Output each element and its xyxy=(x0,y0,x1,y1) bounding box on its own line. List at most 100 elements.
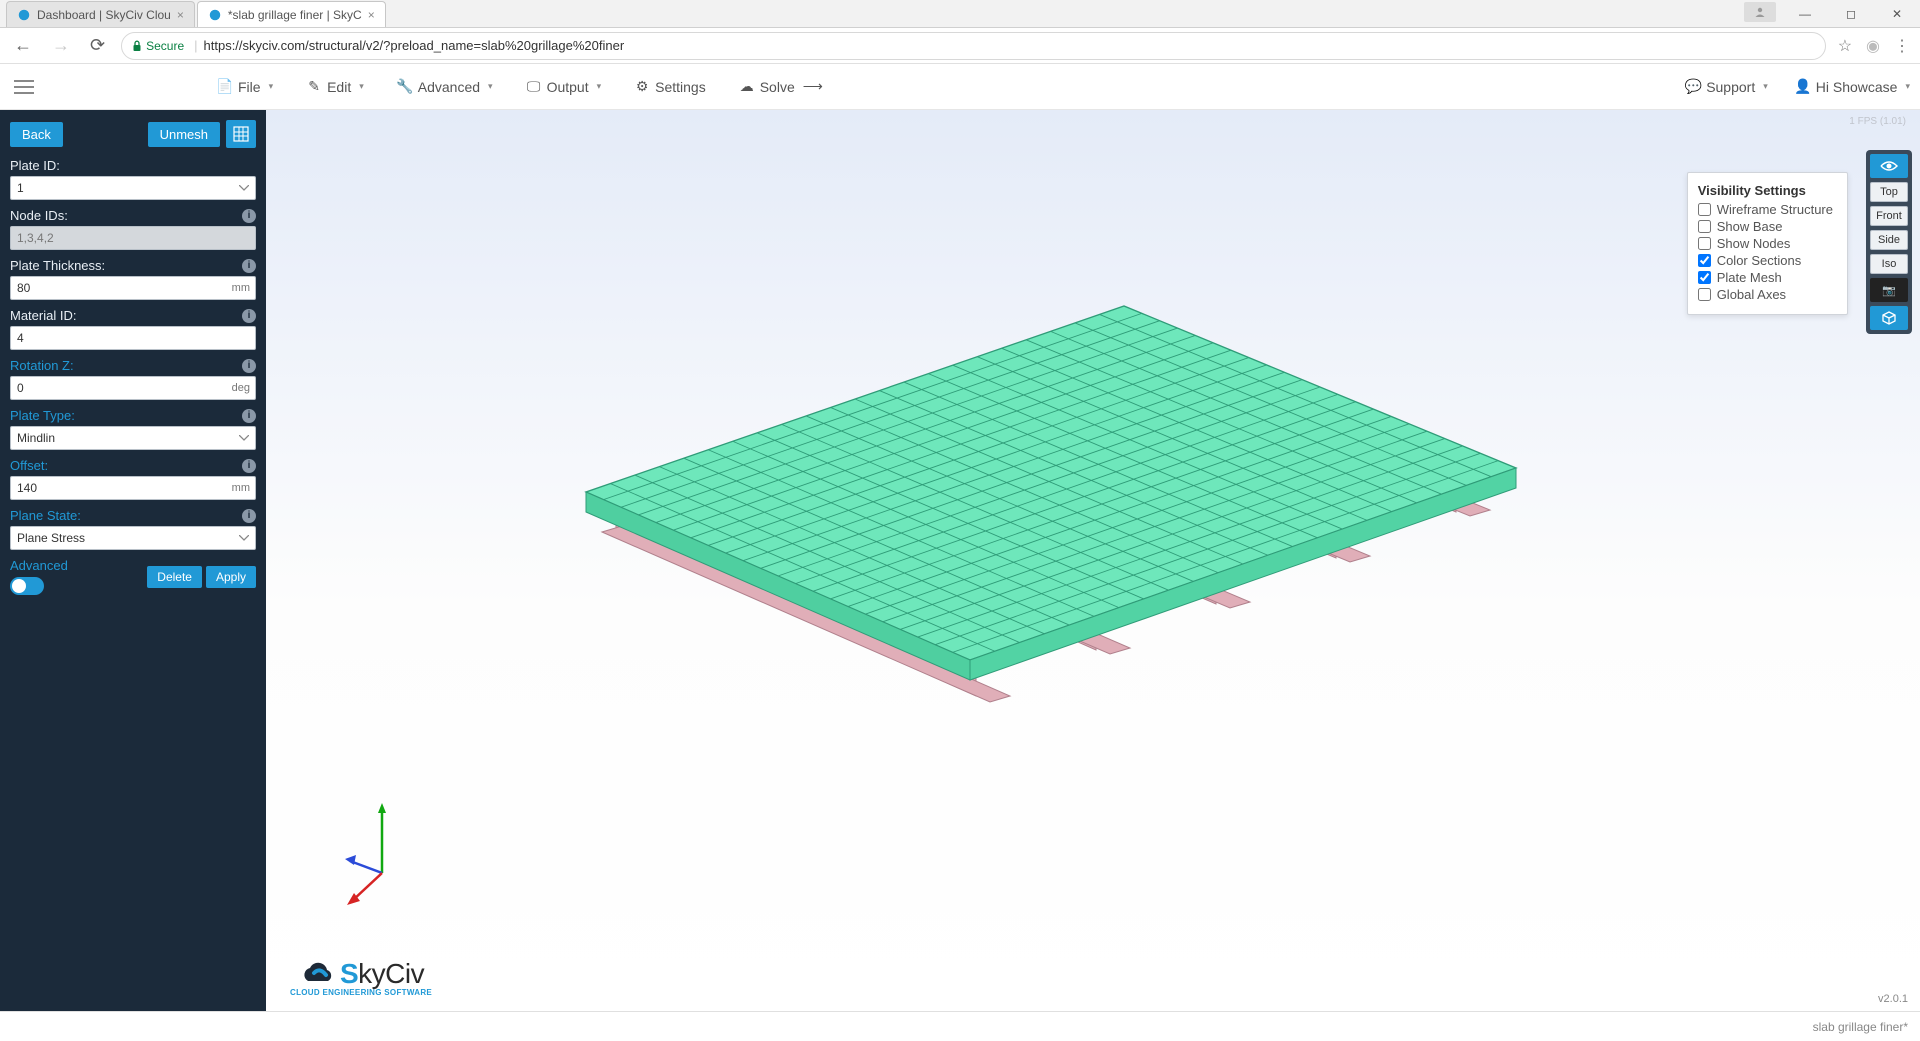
viewport-3d[interactable]: 1 FPS (1.01) xyxy=(266,110,1920,1011)
cloud-logo-icon xyxy=(298,959,338,989)
visibility-settings-panel: Visibility Settings Wireframe Structure … xyxy=(1687,172,1848,315)
rotz-input[interactable] xyxy=(10,376,256,400)
favicon-icon xyxy=(208,8,222,22)
plate-type-label: Plate Type: xyxy=(10,408,75,423)
visibility-title: Visibility Settings xyxy=(1698,183,1833,198)
vis-sections[interactable]: Color Sections xyxy=(1698,253,1833,268)
menu-icon[interactable]: ⋮ xyxy=(1894,36,1910,56)
pencil-icon: ✎ xyxy=(307,80,321,94)
unit-label: mm xyxy=(232,476,250,500)
material-id-label: Material ID: xyxy=(10,308,76,323)
tab-title: Dashboard | SkyCiv Clou xyxy=(37,8,171,22)
unit-label: mm xyxy=(232,276,250,300)
advanced-label: Advanced xyxy=(10,558,68,573)
app-toolbar: 📄File▾ ✎Edit▾ 🔧Advanced▾ 🖵Output▾ ⚙Setti… xyxy=(0,64,1920,110)
vis-wireframe[interactable]: Wireframe Structure xyxy=(1698,202,1833,217)
window-maximize[interactable]: ◻ xyxy=(1828,0,1874,28)
thickness-input[interactable] xyxy=(10,276,256,300)
material-id-input[interactable] xyxy=(10,326,256,350)
plate-type-select[interactable]: Mindlin xyxy=(10,426,256,450)
apply-button[interactable]: Apply xyxy=(206,566,256,588)
advanced-toggle[interactable] xyxy=(10,577,44,595)
plate-id-select[interactable]: 1 xyxy=(10,176,256,200)
plane-state-select[interactable]: Plane Stress xyxy=(10,526,256,550)
nav-back-icon[interactable]: ← xyxy=(10,35,36,56)
delete-button[interactable]: Delete xyxy=(147,566,202,588)
close-icon[interactable]: × xyxy=(177,8,184,22)
offset-label: Offset: xyxy=(10,458,48,473)
menu-advanced[interactable]: 🔧Advanced▾ xyxy=(398,78,493,95)
url-text: https://skyciv.com/structural/v2/?preloa… xyxy=(204,38,625,53)
window-close[interactable]: ✕ xyxy=(1874,0,1920,28)
info-icon[interactable]: i xyxy=(242,309,256,323)
info-icon[interactable]: i xyxy=(242,209,256,223)
info-icon[interactable]: i xyxy=(242,259,256,273)
offset-input[interactable] xyxy=(10,476,256,500)
menu-output[interactable]: 🖵Output▾ xyxy=(527,78,602,95)
hamburger-icon[interactable] xyxy=(10,73,38,101)
info-icon[interactable]: i xyxy=(242,359,256,373)
menu-edit[interactable]: ✎Edit▾ xyxy=(307,78,364,95)
file-icon: 📄 xyxy=(218,80,232,94)
gear-icon: ⚙ xyxy=(635,80,649,94)
model-3d xyxy=(476,250,1606,720)
url-field[interactable]: Secure | https://skyciv.com/structural/v… xyxy=(121,32,1826,60)
axis-gizmo xyxy=(342,801,422,911)
cloud-icon: ☁ xyxy=(740,80,754,94)
menu-support[interactable]: 💬Support▾ xyxy=(1686,79,1768,95)
nav-reload-icon[interactable]: ⟳ xyxy=(86,35,109,56)
filename-label: slab grillage finer* xyxy=(1813,1020,1908,1034)
browser-tab[interactable]: *slab grillage finer | SkyC × xyxy=(197,1,386,27)
bookmark-icon[interactable]: ☆ xyxy=(1838,36,1852,56)
rotz-label: Rotation Z: xyxy=(10,358,74,373)
unit-label: deg xyxy=(232,376,250,400)
view-buttons: Top Front Side Iso 📷 xyxy=(1866,150,1912,334)
tab-title: *slab grillage finer | SkyC xyxy=(228,8,362,22)
profile-icon[interactable] xyxy=(1744,2,1776,22)
menu-user[interactable]: 👤Hi Showcase▾ xyxy=(1796,79,1910,95)
version-label: v2.0.1 xyxy=(1878,993,1908,1005)
view-iso[interactable]: Iso xyxy=(1870,254,1908,274)
info-icon[interactable]: i xyxy=(242,459,256,473)
menu-solve[interactable]: ☁Solve⟶ xyxy=(740,78,823,95)
vis-base[interactable]: Show Base xyxy=(1698,219,1833,234)
node-ids-label: Node IDs: xyxy=(10,208,68,223)
cube-icon[interactable] xyxy=(1870,306,1908,330)
node-ids-input xyxy=(10,226,256,250)
view-side[interactable]: Side xyxy=(1870,230,1908,250)
chat-icon: 💬 xyxy=(1686,80,1700,94)
address-bar: ← → ⟳ Secure | https://skyciv.com/struct… xyxy=(0,28,1920,64)
monitor-icon: 🖵 xyxy=(527,80,541,94)
back-button[interactable]: Back xyxy=(10,122,63,147)
datasheet-icon[interactable] xyxy=(226,120,256,148)
browser-tab-strip: Dashboard | SkyCiv Clou × *slab grillage… xyxy=(0,0,1920,28)
favicon-icon xyxy=(17,8,31,22)
plate-id-label: Plate ID: xyxy=(10,158,60,173)
browser-tab[interactable]: Dashboard | SkyCiv Clou × xyxy=(6,1,195,27)
menu-file[interactable]: 📄File▾ xyxy=(218,78,273,95)
skyciv-logo: SkyCiv CLOUD ENGINEERING SOFTWARE xyxy=(290,958,432,997)
vis-nodes[interactable]: Show Nodes xyxy=(1698,236,1833,251)
window-minimize[interactable]: — xyxy=(1782,0,1828,28)
info-icon[interactable]: i xyxy=(242,509,256,523)
view-top[interactable]: Top xyxy=(1870,182,1908,202)
close-icon[interactable]: × xyxy=(368,8,375,22)
camera-icon[interactable]: 📷 xyxy=(1870,278,1908,302)
plane-state-label: Plane State: xyxy=(10,508,81,523)
thickness-label: Plate Thickness: xyxy=(10,258,105,273)
fps-counter: 1 FPS (1.01) xyxy=(1849,116,1906,127)
unmesh-button[interactable]: Unmesh xyxy=(148,122,220,147)
wrench-icon: 🔧 xyxy=(398,80,412,94)
visibility-icon[interactable] xyxy=(1870,154,1908,178)
vis-axes[interactable]: Global Axes xyxy=(1698,287,1833,302)
secure-badge: Secure xyxy=(132,39,184,53)
vis-mesh[interactable]: Plate Mesh xyxy=(1698,270,1833,285)
nav-forward-icon[interactable]: → xyxy=(48,35,74,56)
menu-settings[interactable]: ⚙Settings xyxy=(635,78,706,95)
info-icon[interactable]: i xyxy=(242,409,256,423)
status-bar: slab grillage finer* xyxy=(0,1011,1920,1041)
user-icon: 👤 xyxy=(1796,80,1810,94)
extension-icon[interactable]: ◉ xyxy=(1866,36,1880,56)
properties-sidebar: Back Unmesh Plate ID: 1 Node IDs: i Plate… xyxy=(0,110,266,1011)
view-front[interactable]: Front xyxy=(1870,206,1908,226)
